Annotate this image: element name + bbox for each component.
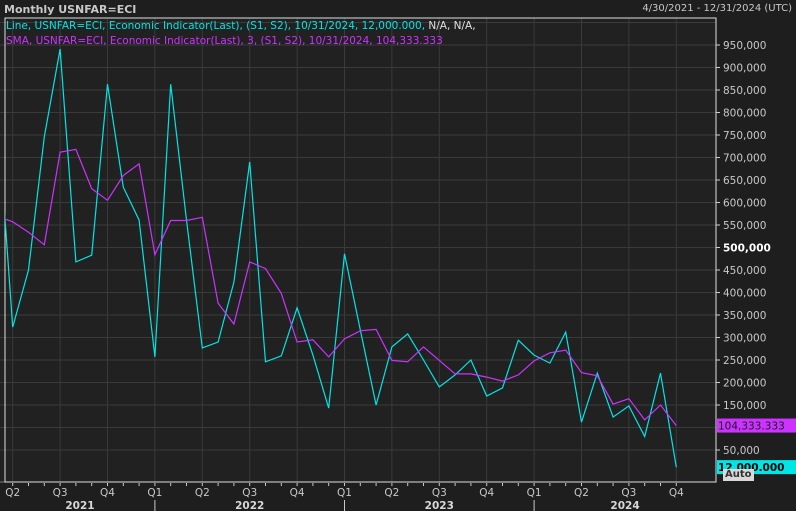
chart: 950,000 900,000 850,000 800,000 750,000 700,0…	[0, 0, 796, 511]
y-tick-label: 600,000	[723, 198, 766, 210]
auto-scale-button[interactable]: Auto	[723, 469, 754, 481]
y-tick-label: 450,000	[723, 265, 766, 277]
x-year-label: 2023	[425, 500, 454, 511]
chart-title: Monthly USNFAR=ECI	[4, 3, 137, 16]
sma-last-value-label: 104,333.333	[718, 421, 785, 433]
legend-line[interactable]: Line, USNFAR=ECI, Economic Indicator(Las…	[6, 19, 476, 34]
y-tick-label: 300,000	[723, 333, 766, 345]
x-quarter-label: Q3	[432, 487, 447, 499]
x-quarter-label: Q2	[195, 487, 210, 499]
y-tick-label: 900,000	[723, 63, 766, 75]
y-tick-label: 850,000	[723, 85, 766, 97]
y-tick-label: 400,000	[723, 288, 766, 300]
x-year-label: 2022	[235, 500, 264, 511]
x-quarter-label: Q3	[621, 487, 636, 499]
y-tick-label: 800,000	[723, 108, 766, 120]
date-range: 4/30/2021 - 12/31/2024 (UTC)	[642, 3, 792, 14]
x-year-label: 2024	[610, 500, 639, 511]
y-tick-label: 250,000	[723, 355, 766, 367]
legend-line-na: N/A, N/A,	[428, 20, 476, 32]
x-quarter-label: Q2	[5, 487, 20, 499]
x-quarter-label: Q4	[479, 487, 494, 499]
x-quarter-label: Q4	[669, 487, 684, 499]
legend: Line, USNFAR=ECI, Economic Indicator(Las…	[6, 19, 476, 49]
y-tick-label: 500,000	[723, 243, 771, 255]
y-tick-label: 550,000	[723, 220, 766, 232]
x-quarter-label: Q2	[574, 487, 589, 499]
x-quarter-label: Q1	[147, 487, 162, 499]
y-tick-label: 150,000	[723, 400, 766, 412]
y-tick-label: 750,000	[723, 130, 766, 142]
x-quarter-label: Q4	[100, 487, 115, 499]
x-year-label: 2021	[65, 500, 94, 511]
x-quarter-label: Q1	[527, 487, 542, 499]
x-quarter-label: Q3	[53, 487, 68, 499]
legend-sma[interactable]: SMA, USNFAR=ECI, Economic Indicator(Last…	[6, 34, 476, 49]
y-tick-label: 700,000	[723, 153, 766, 165]
y-tick-label: 200,000	[723, 378, 766, 390]
y-tick-label: 950,000	[723, 40, 766, 52]
y-tick-label: 50,000	[723, 445, 760, 457]
x-quarter-label: Q2	[384, 487, 399, 499]
y-tick-label: 350,000	[723, 310, 766, 322]
legend-line-text: Line, USNFAR=ECI, Economic Indicator(Las…	[6, 20, 426, 32]
x-quarter-label: Q1	[337, 487, 352, 499]
y-tick-label: 650,000	[723, 175, 766, 187]
x-quarter-label: Q3	[242, 487, 257, 499]
x-quarter-label: Q4	[290, 487, 305, 499]
